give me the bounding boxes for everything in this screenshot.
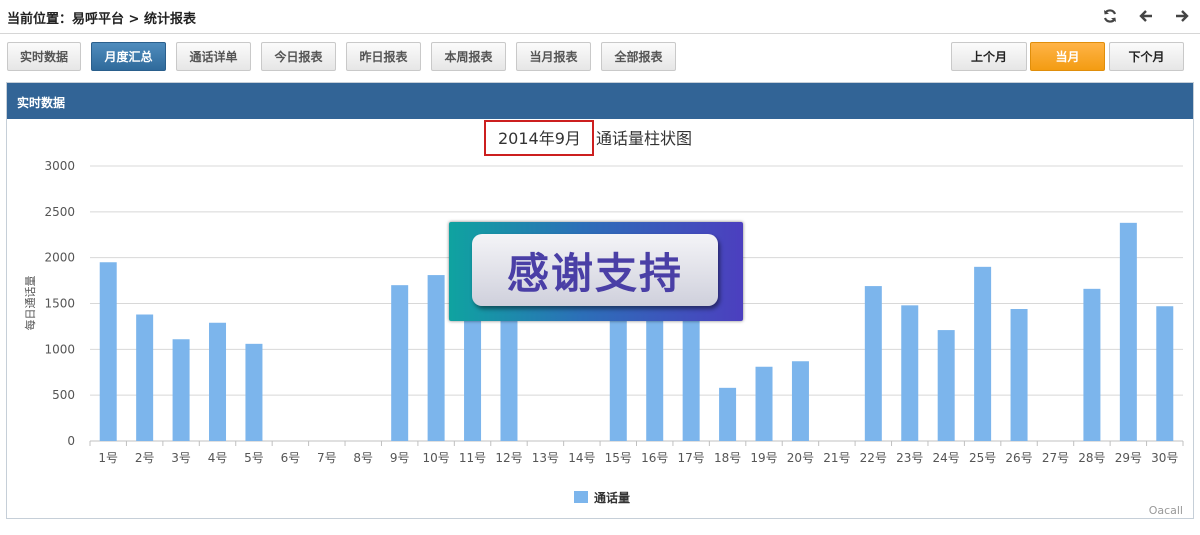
bar bbox=[755, 366, 773, 441]
x-tick-label: 12号 bbox=[495, 451, 522, 465]
x-tick-label: 30号 bbox=[1151, 451, 1178, 465]
bar bbox=[1083, 288, 1101, 441]
bar bbox=[136, 314, 154, 441]
x-tick-label: 29号 bbox=[1115, 451, 1142, 465]
x-tick-label: 13号 bbox=[532, 451, 559, 465]
bar bbox=[791, 361, 809, 441]
x-tick-label: 6号 bbox=[281, 451, 301, 465]
x-tick-label: 21号 bbox=[823, 451, 850, 465]
x-tick-label: 27号 bbox=[1042, 451, 1069, 465]
x-tick-label: 7号 bbox=[317, 451, 337, 465]
x-tick-label: 22号 bbox=[860, 451, 887, 465]
thanks-banner-text: 感谢支持 bbox=[506, 248, 683, 298]
bar bbox=[464, 312, 482, 441]
title-highlight-box bbox=[484, 120, 594, 156]
x-tick-label: 5号 bbox=[244, 451, 264, 465]
bar bbox=[1010, 309, 1028, 441]
x-tick-label: 2号 bbox=[135, 451, 155, 465]
bar bbox=[1156, 306, 1174, 441]
x-tick-label: 23号 bbox=[896, 451, 923, 465]
x-tick-label: 26号 bbox=[1005, 451, 1032, 465]
bar bbox=[1119, 222, 1137, 441]
bar bbox=[609, 303, 627, 441]
x-tick-label: 25号 bbox=[969, 451, 996, 465]
legend-label: 通话量 bbox=[594, 490, 630, 505]
x-tick-label: 15号 bbox=[605, 451, 632, 465]
x-tick-label: 18号 bbox=[714, 451, 741, 465]
legend-swatch bbox=[574, 491, 588, 503]
x-tick-label: 16号 bbox=[641, 451, 668, 465]
y-axis-label: 每日通话量 bbox=[23, 276, 37, 331]
x-tick-label: 17号 bbox=[678, 451, 705, 465]
bar bbox=[209, 322, 227, 441]
bar bbox=[245, 343, 263, 441]
thanks-banner-image: 感谢支持 bbox=[449, 222, 743, 321]
bar bbox=[99, 262, 117, 441]
x-tick-label: 4号 bbox=[208, 451, 228, 465]
bar bbox=[172, 339, 190, 441]
y-tick-label: 2000 bbox=[44, 251, 75, 265]
x-tick-label: 20号 bbox=[787, 451, 814, 465]
watermark-text: Oacall bbox=[1149, 504, 1183, 517]
x-tick-label: 3号 bbox=[171, 451, 191, 465]
y-tick-label: 1500 bbox=[44, 297, 75, 311]
bar bbox=[719, 387, 737, 441]
y-tick-label: 3000 bbox=[44, 159, 75, 173]
y-tick-label: 0 bbox=[67, 434, 75, 448]
bar bbox=[500, 303, 518, 441]
bar bbox=[864, 286, 882, 441]
bar bbox=[901, 305, 919, 441]
x-tick-label: 1号 bbox=[98, 451, 118, 465]
x-tick-label: 8号 bbox=[353, 451, 373, 465]
x-tick-label: 24号 bbox=[933, 451, 960, 465]
y-tick-label: 500 bbox=[52, 388, 75, 402]
bar bbox=[427, 275, 445, 441]
bar bbox=[391, 285, 409, 441]
x-tick-label: 19号 bbox=[750, 451, 777, 465]
bar bbox=[974, 266, 992, 441]
x-tick-label: 11号 bbox=[459, 451, 486, 465]
thanks-banner-plate: 感谢支持 bbox=[472, 234, 718, 306]
y-tick-label: 2500 bbox=[44, 205, 75, 219]
bar bbox=[937, 330, 955, 441]
x-tick-label: 10号 bbox=[422, 451, 449, 465]
x-tick-label: 9号 bbox=[390, 451, 410, 465]
x-tick-label: 14号 bbox=[568, 451, 595, 465]
chart-title-text: 通话量柱状图 bbox=[596, 129, 692, 148]
y-tick-label: 1000 bbox=[44, 342, 75, 356]
x-tick-label: 28号 bbox=[1078, 451, 1105, 465]
